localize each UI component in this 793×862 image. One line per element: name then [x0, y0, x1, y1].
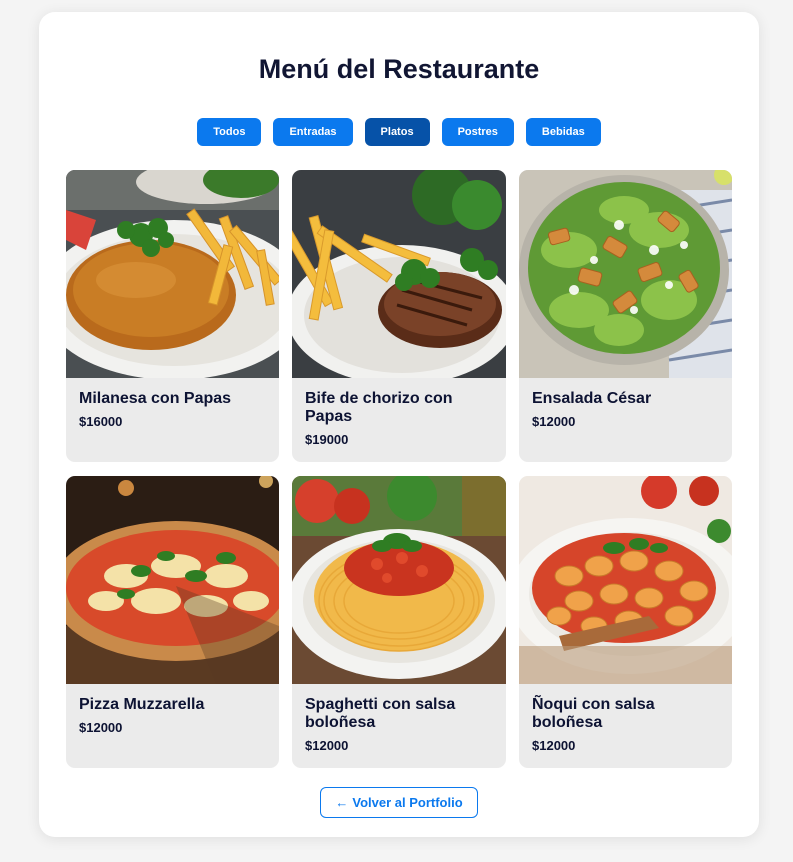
page-title: Menú del Restaurante: [258, 54, 540, 84]
dish-price: $16000: [79, 414, 123, 429]
back-to-portfolio-link[interactable]: ← Volver al Portfolio: [320, 787, 478, 818]
milanesa-photo: [66, 170, 279, 378]
filter-todos-button[interactable]: Todos: [197, 118, 262, 146]
gnocchi-photo: [519, 476, 732, 684]
dish-price: $12000: [532, 738, 576, 753]
arrow-left-icon: ←: [335, 795, 349, 810]
dish-card: Ñoqui con salsa boloñesa $12000: [519, 476, 732, 768]
filter-entradas-button[interactable]: Entradas: [273, 118, 353, 146]
pizza-photo: [66, 476, 279, 684]
dish-price: $12000: [79, 720, 123, 735]
dish-name: Ñoqui con salsa boloñesa: [532, 696, 655, 731]
dish-card: Bife de chorizo con Papas $19000: [292, 170, 506, 462]
dish-name: Milanesa con Papas: [79, 390, 232, 407]
dish-name: Bife de chorizo con Papas: [305, 390, 453, 425]
steak-photo: [292, 170, 506, 378]
dish-card: Milanesa con Papas $16000: [66, 170, 279, 462]
filter-platos-button[interactable]: Platos: [364, 118, 430, 146]
dish-card: Pizza Muzzarella $12000: [66, 476, 279, 768]
spaghetti-photo: [292, 476, 506, 684]
dish-price: $19000: [305, 432, 349, 447]
filter-postres-button[interactable]: Postres: [441, 118, 514, 146]
menu-card: Menú del Restaurante Todos Entradas Plat…: [39, 12, 759, 837]
caesar-salad-photo: [519, 170, 732, 378]
dish-name: Pizza Muzzarella: [79, 696, 205, 713]
dish-grid: Milanesa con Papas $16000 Bife de choriz…: [66, 170, 733, 768]
dish-name: Ensalada César: [532, 390, 652, 407]
dish-card: Spaghetti con salsa boloñesa $12000: [292, 476, 506, 768]
filter-bebidas-button[interactable]: Bebidas: [525, 118, 601, 146]
category-filters: Todos Entradas Platos Postres Bebidas: [39, 118, 759, 146]
dish-price: $12000: [305, 738, 349, 753]
dish-price: $12000: [532, 414, 576, 429]
back-link-label: Volver al Portfolio: [352, 795, 463, 810]
dish-card: Ensalada César $12000: [519, 170, 732, 462]
dish-name: Spaghetti con salsa boloñesa: [305, 696, 456, 731]
